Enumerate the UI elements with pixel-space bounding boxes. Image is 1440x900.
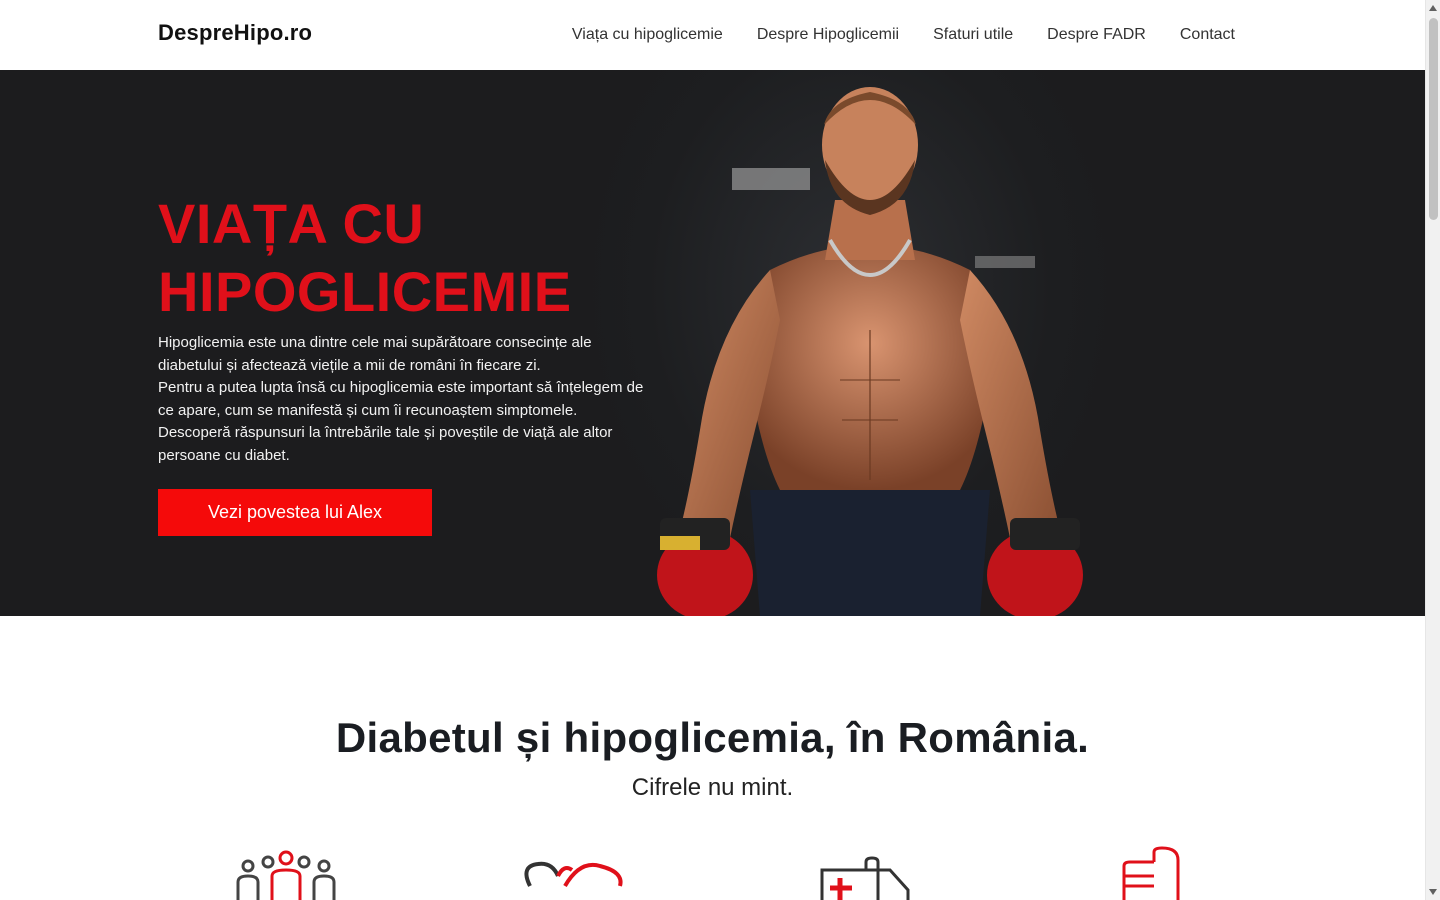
nav-item-viata[interactable]: Viața cu hipoglicemie — [572, 24, 723, 46]
nav-item-sfaturi[interactable]: Sfaturi utile — [933, 24, 1013, 46]
hero-title: VIAȚA CU HIPOGLICEMIE — [158, 192, 572, 323]
nav-item-despre-fadr[interactable]: Despre FADR — [1047, 24, 1146, 46]
scroll-up-icon[interactable] — [1429, 5, 1437, 11]
boxer-image — [657, 87, 1083, 616]
main-nav: Viața cu hipoglicemie Despre Hipoglicemi… — [538, 24, 1235, 46]
page-scrollbar[interactable] — [1425, 0, 1440, 900]
site-logo[interactable]: DespreHipo.ro — [158, 20, 312, 46]
nav-item-despre-hipoglicemii[interactable]: Despre Hipoglicemii — [757, 24, 899, 46]
hero-paragraph: Descoperă răspunsuri la întrebările tale… — [158, 424, 613, 464]
hero-paragraph: Pentru a putea lupta însă cu hipoglicemi… — [158, 379, 644, 419]
hero-description: Hipoglicemia este una dintre cele mai su… — [158, 332, 653, 468]
people-group-icon — [236, 850, 336, 900]
scroll-thumb[interactable] — [1429, 18, 1438, 220]
scroll-down-icon[interactable] — [1429, 889, 1437, 895]
document-icon — [1122, 846, 1180, 900]
ambulance-icon — [820, 856, 910, 900]
alex-story-button[interactable]: Vezi povestea lui Alex — [158, 489, 432, 536]
site-header: DespreHipo.ro Viața cu hipoglicemie Desp… — [0, 0, 1425, 70]
stats-title: Diabetul și hipoglicemia, în România. — [335, 714, 1090, 761]
nav-item-contact[interactable]: Contact — [1180, 24, 1235, 46]
hearts-icon — [524, 861, 623, 888]
hero-paragraph: Hipoglicemia este una dintre cele mai su… — [158, 334, 592, 374]
stats-subtitle: Cifrele nu mint. — [631, 774, 794, 801]
hero-section: VIAȚA CU HIPOGLICEMIE Hipoglicemia este … — [0, 70, 1425, 616]
